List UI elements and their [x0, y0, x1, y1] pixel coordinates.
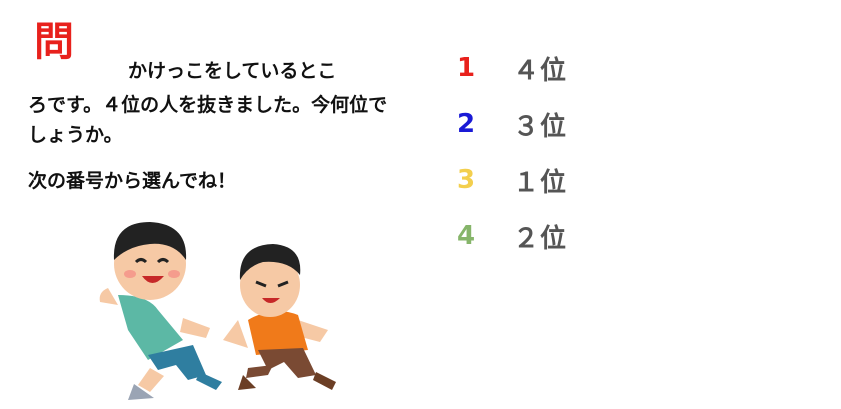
question-text: ろです。４位の人を抜きました。今何位でしょうか。 — [28, 94, 388, 146]
choice-list: 1 ４位 2 ３位 3 １位 4 ２位 — [455, 40, 655, 264]
question-mark: 問 — [34, 19, 74, 65]
choice-4-text: ２位 — [513, 223, 568, 254]
choice-1-text: ４位 — [513, 55, 568, 86]
runner-back-icon — [223, 244, 336, 390]
choice-2-text: ３位 — [513, 111, 568, 142]
question-instruction: 次の番号から選んでね！ — [28, 170, 237, 192]
choice-4-number: 4 — [457, 221, 476, 251]
choice-1[interactable]: 1 ４位 — [455, 40, 655, 96]
choice-1-number: 1 — [457, 53, 476, 83]
choice-3-text: １位 — [513, 167, 568, 198]
choice-3-number: 3 — [457, 165, 476, 195]
choice-4[interactable]: 4 ２位 — [455, 208, 655, 264]
choice-2[interactable]: 2 ３位 — [455, 96, 655, 152]
running-kids-illustration — [88, 200, 358, 405]
choice-3[interactable]: 3 １位 — [455, 152, 655, 208]
question-text-line1: かけっこをしているとこ — [128, 60, 337, 82]
choice-2-number: 2 — [457, 109, 476, 139]
runner-front-icon — [99, 222, 222, 400]
